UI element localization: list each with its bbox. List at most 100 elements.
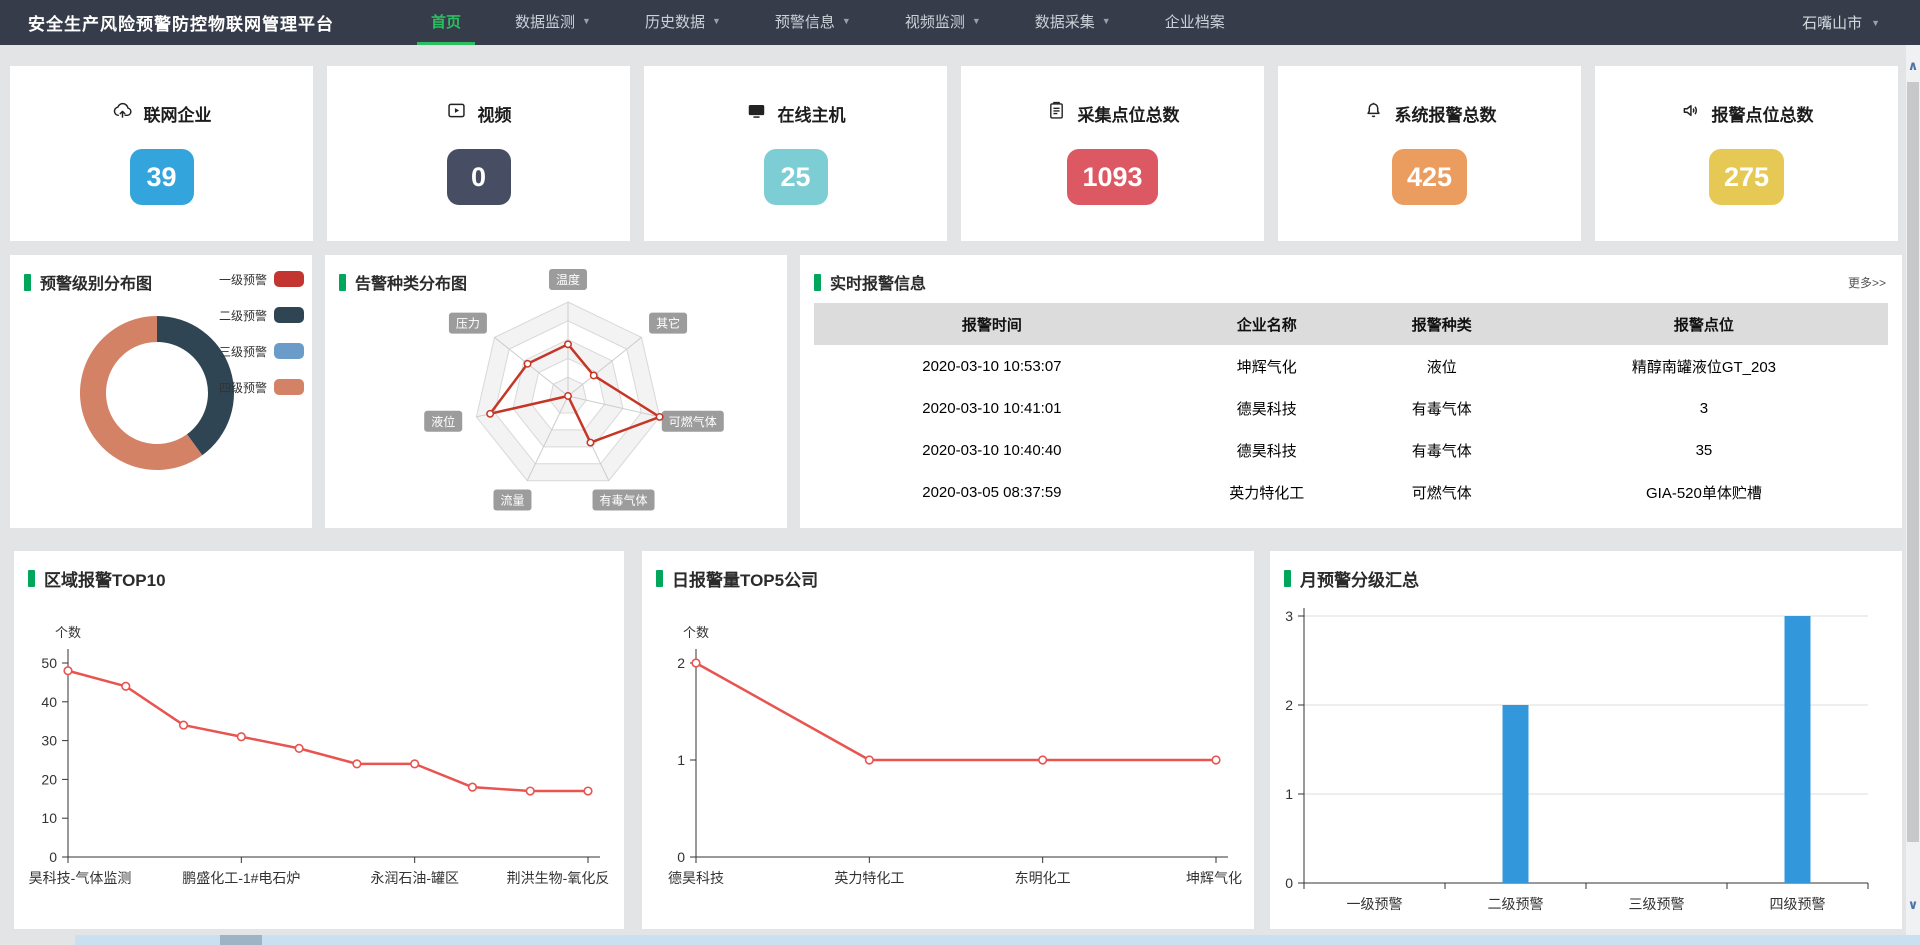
table-cell: 有毒气体 xyxy=(1364,387,1520,429)
cloud-upload-icon xyxy=(112,100,133,126)
radar-data-point[interactable] xyxy=(565,341,571,347)
chevron-down-icon[interactable]: ∨ xyxy=(1906,897,1920,913)
data-point[interactable] xyxy=(64,667,72,675)
chevron-down-icon: ▼ xyxy=(582,16,591,26)
legend-item[interactable]: 一级预警 xyxy=(219,267,304,291)
title-marker xyxy=(28,570,35,587)
data-point[interactable] xyxy=(122,682,130,690)
data-point[interactable] xyxy=(584,787,592,795)
card-title-text: 告警种类分布图 xyxy=(355,270,467,294)
data-point[interactable] xyxy=(180,721,188,729)
legend-item[interactable]: 三级预警 xyxy=(219,339,304,363)
radar-axis-label: 流量 xyxy=(500,494,524,508)
daily-top5-card: 日报警量TOP5公司 个数012德昊科技英力特化工东明化工坤辉气化 xyxy=(642,551,1254,929)
nav-item-1[interactable]: 首页 xyxy=(417,0,475,45)
stat-value-badge: 425 xyxy=(1392,149,1467,205)
data-point[interactable] xyxy=(411,760,419,768)
table-cell: 德昊科技 xyxy=(1170,429,1364,471)
data-point[interactable] xyxy=(353,760,361,768)
realtime-alarm-card: 实时报警信息 更多>> 报警时间企业名称报警种类报警点位 2020-03-10 … xyxy=(800,255,1902,528)
legend-item[interactable]: 二级预警 xyxy=(219,303,304,327)
radar-data-point[interactable] xyxy=(591,372,597,378)
legend-item[interactable]: 四级预警 xyxy=(219,375,304,399)
radar-data-point[interactable] xyxy=(587,439,593,445)
pie-legend: 一级预警二级预警三级预警四级预警 xyxy=(219,267,304,411)
data-point[interactable] xyxy=(469,783,477,791)
radar-data-point[interactable] xyxy=(524,361,530,367)
stat-label: 报警点位总数 xyxy=(1712,101,1814,126)
radar-data-point[interactable] xyxy=(487,411,493,417)
data-point[interactable] xyxy=(1039,756,1047,764)
x-axis-label: 坤辉气化 xyxy=(1186,870,1242,886)
table-row[interactable]: 2020-03-10 10:40:40德昊科技有毒气体35 xyxy=(814,429,1888,471)
radar-axis-label: 有毒气体 xyxy=(600,493,648,508)
month-warn-bar-card: 月预警分级汇总 0123一级预警二级预警三级预警四级预警 xyxy=(1270,551,1902,929)
column-header: 报警时间 xyxy=(814,303,1170,345)
nav-item-label: 企业档案 xyxy=(1165,11,1225,32)
data-point[interactable] xyxy=(866,756,874,764)
bar[interactable] xyxy=(1785,616,1811,883)
more-link[interactable]: 更多>> xyxy=(1848,274,1886,291)
table-row[interactable]: 2020-03-05 08:37:59英力特化工可燃气体GIA-520单体贮槽 xyxy=(814,471,1888,513)
nav-menu: 首页 数据监测 ▼ 历史数据▼ 预警信息▼ 视频监测▼ 数据采集▼ 企业档案 xyxy=(404,0,1252,45)
horizontal-scrollbar[interactable] xyxy=(75,935,1920,945)
app-title: 安全生产风险预警防控物联网管理平台 xyxy=(28,10,334,35)
x-axis-label: 一级预警 xyxy=(1347,896,1403,912)
vertical-scrollbar[interactable]: ∧ ∨ xyxy=(1906,45,1920,935)
chevron-up-icon[interactable]: ∧ xyxy=(1906,58,1920,74)
data-point[interactable] xyxy=(238,733,246,741)
x-axis-label: 四级预警 xyxy=(1770,896,1826,912)
video-icon xyxy=(446,100,467,126)
nav-item-label: 历史数据 xyxy=(645,11,705,32)
nav-item-2[interactable]: 数据监测 ▼ xyxy=(501,0,605,45)
card-title: 告警种类分布图 xyxy=(339,270,467,294)
nav-item-label: 预警信息 xyxy=(775,11,835,32)
warn-level-pie-card: 预警级别分布图 一级预警二级预警三级预警四级预警 xyxy=(10,255,312,528)
stat-label: 在线主机 xyxy=(778,101,846,126)
x-axis-label: 英力特化工 xyxy=(834,870,904,886)
table-cell: 3 xyxy=(1520,387,1888,429)
bell-icon xyxy=(1363,100,1384,126)
table-row[interactable]: 2020-03-10 10:53:07坤辉气化液位精醇南罐液位GT_203 xyxy=(814,345,1888,387)
legend-label: 二级预警 xyxy=(219,307,267,324)
data-point[interactable] xyxy=(526,787,534,795)
tick-label: 10 xyxy=(41,810,57,826)
tick-label: 0 xyxy=(49,849,57,865)
x-axis-label: 二级预警 xyxy=(1488,896,1544,912)
table-cell: 2020-03-10 10:40:40 xyxy=(814,429,1170,471)
data-point[interactable] xyxy=(1212,756,1220,764)
radar-data-point[interactable] xyxy=(656,414,662,420)
scrollbar-thumb[interactable] xyxy=(1907,82,1919,842)
nav-item-4[interactable]: 预警信息▼ xyxy=(761,0,865,45)
card-title: 月预警分级汇总 xyxy=(1284,566,1419,591)
nav-item-6[interactable]: 数据采集▼ xyxy=(1021,0,1125,45)
legend-swatch xyxy=(274,271,304,287)
table-cell: 液位 xyxy=(1364,345,1520,387)
nav-item-label: 数据监测 xyxy=(515,11,575,32)
data-point[interactable] xyxy=(692,659,700,667)
clipboard-icon xyxy=(1046,100,1067,126)
tick-label: 1 xyxy=(1285,786,1293,802)
nav-item-7[interactable]: 企业档案 xyxy=(1151,0,1239,45)
stat-card-3: 在线主机25 xyxy=(644,66,947,241)
scrollbar-thumb[interactable] xyxy=(220,935,262,945)
nav-item-5[interactable]: 视频监测▼ xyxy=(891,0,995,45)
y-axis-name: 个数 xyxy=(55,625,81,640)
alarm-table-head: 报警时间企业名称报警种类报警点位 xyxy=(814,303,1888,345)
legend-swatch xyxy=(274,379,304,395)
data-point[interactable] xyxy=(295,745,303,753)
chevron-down-icon: ▼ xyxy=(1871,18,1880,28)
card-title: 预警级别分布图 xyxy=(24,270,152,294)
nav-item-3[interactable]: 历史数据▼ xyxy=(631,0,735,45)
radar-data-point[interactable] xyxy=(565,393,571,399)
stat-value-badge: 39 xyxy=(130,149,194,205)
stat-label: 视频 xyxy=(478,101,512,126)
host-icon xyxy=(746,100,767,126)
column-header: 报警点位 xyxy=(1520,303,1888,345)
stat-card-6: 报警点位总数275 xyxy=(1595,66,1898,241)
table-row[interactable]: 2020-03-10 10:41:01德昊科技有毒气体3 xyxy=(814,387,1888,429)
region-selector[interactable]: 石嘴山市 ▼ xyxy=(1802,12,1880,33)
stat-value-badge: 1093 xyxy=(1067,149,1157,205)
stat-card-2: 视频0 xyxy=(327,66,630,241)
bar[interactable] xyxy=(1503,705,1529,883)
